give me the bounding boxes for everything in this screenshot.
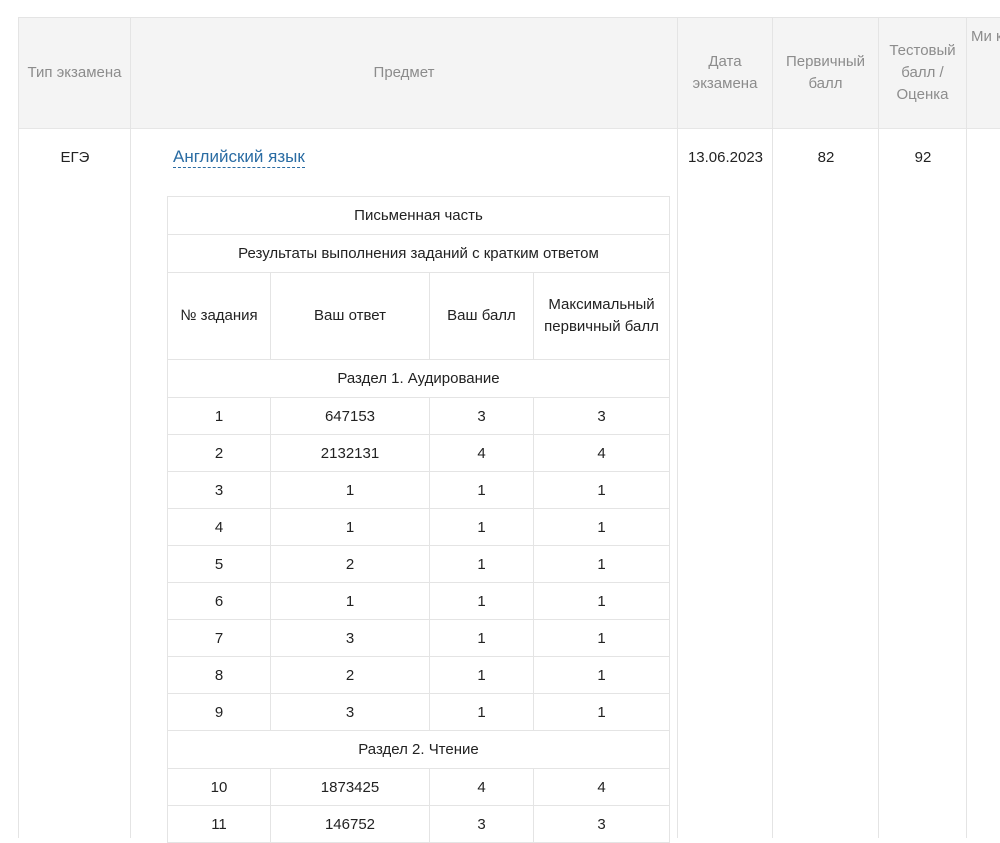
table-row: 2 2132131 4 4 (167, 434, 670, 472)
task-number: 4 (167, 508, 271, 546)
col-test-score (879, 128, 967, 838)
max-score: 1 (533, 619, 670, 657)
task-number: 11 (167, 805, 271, 843)
your-score: 3 (429, 805, 534, 843)
primary-score-value: 82 (817, 149, 835, 166)
your-answer: 2 (270, 545, 430, 583)
max-score: 1 (533, 471, 670, 509)
task-number: 9 (167, 693, 271, 731)
table-row: 6111 (167, 582, 670, 620)
header-min-partial: Ми ко т (967, 18, 1000, 128)
max-score: 1 (533, 508, 670, 546)
task-number: 7 (167, 619, 271, 657)
max-score: 4 (533, 768, 670, 806)
col-header-task-number: № задания (167, 272, 271, 360)
table-row: 3111 (167, 471, 670, 509)
test-score-value: 92 (914, 149, 932, 166)
your-answer: 1873425 (270, 768, 430, 806)
max-score: 1 (533, 693, 670, 731)
max-score: 4 (533, 434, 670, 472)
table-row: 7311 (167, 619, 670, 657)
your-score: 3 (429, 397, 534, 435)
table-row: 11 146752 3 3 (167, 805, 670, 843)
table-row: 4111 (167, 508, 670, 546)
subject-link[interactable]: Английский язык (173, 147, 305, 168)
task-number: 10 (167, 768, 271, 806)
section-title: Результаты выполнения заданий с кратким … (167, 234, 670, 273)
col-header-your-score: Ваш балл (429, 272, 534, 360)
your-score: 1 (429, 471, 534, 509)
your-answer: 1 (270, 582, 430, 620)
your-answer: 1 (270, 508, 430, 546)
max-score: 1 (533, 656, 670, 694)
max-score: 3 (533, 397, 670, 435)
col-primary-score (773, 128, 879, 838)
header-subject: Предмет (131, 18, 678, 128)
your-score: 4 (429, 434, 534, 472)
your-answer: 2 (270, 656, 430, 694)
task-number: 5 (167, 545, 271, 583)
task-number: 1 (167, 397, 271, 435)
your-answer: 2132131 (270, 434, 430, 472)
your-answer: 647153 (270, 397, 430, 435)
task-number: 3 (167, 471, 271, 509)
section-name: Раздел 2. Чтение (167, 730, 670, 769)
col-exam-date (678, 128, 773, 838)
table-row: 5211 (167, 545, 670, 583)
task-number: 8 (167, 656, 271, 694)
table-row: 10 1873425 4 4 (167, 768, 670, 806)
max-score: 1 (533, 545, 670, 583)
exam-type-value: ЕГЭ (60, 149, 90, 166)
your-score: 4 (429, 768, 534, 806)
table-row: 9311 (167, 693, 670, 731)
your-score: 1 (429, 693, 534, 731)
header-exam-type: Тип экзамена (19, 18, 131, 128)
col-exam-type (19, 128, 131, 838)
results-table: Тип экзамена Предмет Дата экзамена Перви… (18, 17, 1000, 843)
max-score: 3 (533, 805, 670, 843)
part-title: Письменная часть (167, 196, 670, 235)
exam-date-value: 13.06.2023 (687, 149, 764, 166)
max-score: 1 (533, 582, 670, 620)
your-answer: 1 (270, 471, 430, 509)
header-primary-score: Первичный балл (773, 18, 879, 128)
task-number: 6 (167, 582, 271, 620)
your-score: 1 (429, 545, 534, 583)
your-answer: 3 (270, 693, 430, 731)
table-row: 8211 (167, 656, 670, 694)
your-score: 1 (429, 582, 534, 620)
your-score: 1 (429, 619, 534, 657)
header-exam-date: Дата экзамена (678, 18, 773, 128)
col-header-your-answer: Ваш ответ (270, 272, 430, 360)
table-row: 1 647153 3 3 (167, 397, 670, 435)
header-test-score: Тестовый балл / Оценка (879, 18, 967, 128)
your-score: 1 (429, 508, 534, 546)
col-min-partial (967, 128, 1000, 838)
your-score: 1 (429, 656, 534, 694)
your-answer: 146752 (270, 805, 430, 843)
col-header-max-score: Максимальный первичный балл (533, 272, 670, 360)
task-results-table: Письменная часть Результаты выполнения з… (167, 196, 670, 843)
task-number: 2 (167, 434, 271, 472)
section-name: Раздел 1. Аудирование (167, 359, 670, 398)
your-answer: 3 (270, 619, 430, 657)
